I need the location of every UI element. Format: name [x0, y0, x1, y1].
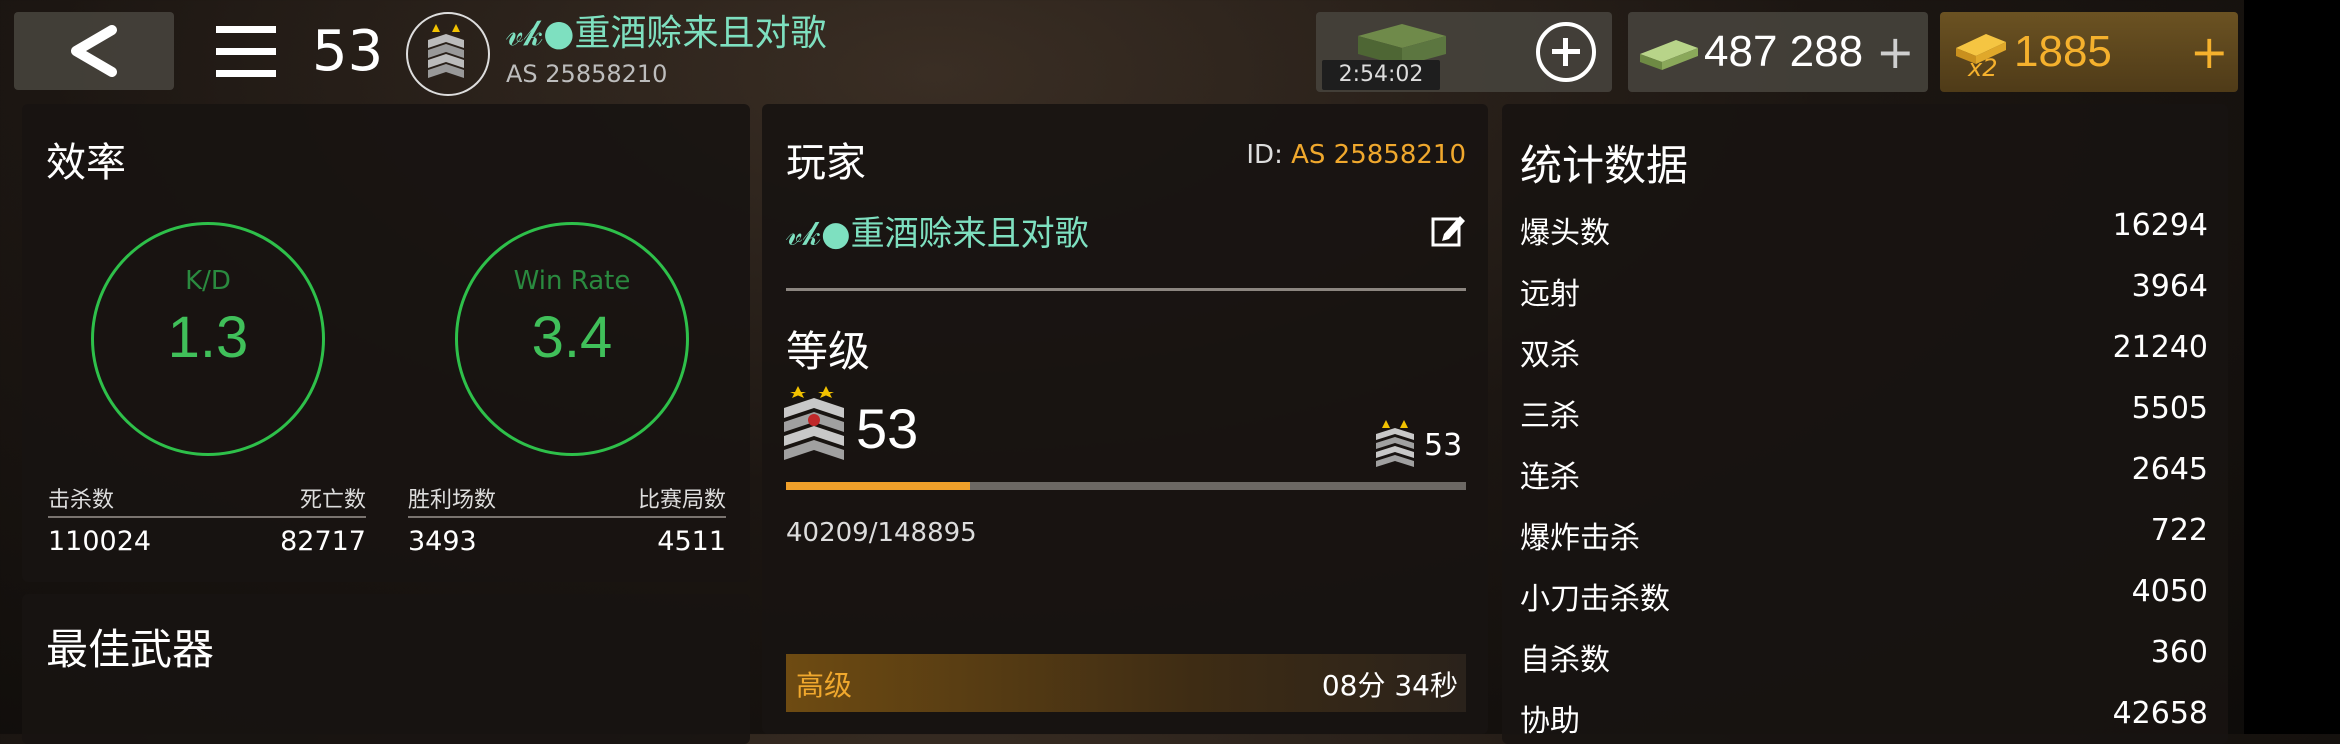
cash-icon: [1640, 40, 1698, 70]
crate-timer: 2:54:02: [1322, 60, 1440, 90]
stat-row-value: 3964: [2131, 269, 2208, 304]
player-name-top: 𝓋𝓀●重酒赊来且对歌: [506, 13, 827, 54]
stat-row-label: 小刀击杀数: [1520, 582, 1670, 617]
edit-icon: [1431, 216, 1465, 247]
statistics-title: 统计数据: [1520, 141, 1689, 190]
deaths-value: 82717: [280, 526, 366, 557]
stat-row-label: 爆炸击杀: [1520, 521, 1640, 556]
stat-row-value: 360: [2150, 635, 2208, 670]
player-level: 53: [856, 397, 919, 460]
stat-row-label: 远射: [1520, 277, 1580, 312]
stat-row-value: 2645: [2131, 452, 2208, 487]
divider: [408, 516, 726, 518]
player-id: ID: AS 25858210: [1246, 140, 1466, 170]
statistics-panel: [1502, 104, 2228, 744]
rank-chevron-icon: [428, 24, 464, 78]
kd-label: K/D: [185, 266, 231, 296]
plus-icon: [1552, 38, 1580, 66]
right-edge: [2244, 0, 2340, 734]
stat-row-value: 21240: [2112, 330, 2208, 365]
stat-row-label: 三杀: [1520, 399, 1580, 434]
xp-progress-fill: [786, 482, 970, 490]
stat-row-value: 42658: [2112, 696, 2208, 731]
player-title: 玩家: [786, 140, 866, 186]
gold-multiplier: x2: [1968, 54, 1998, 82]
kd-value: 1.3: [167, 305, 249, 370]
efficiency-title: 效率: [46, 140, 126, 186]
stat-row-label: 协助: [1520, 704, 1580, 739]
matches-value: 4511: [657, 526, 726, 557]
deaths-label: 死亡数: [299, 488, 366, 513]
grade-title: 等级: [786, 327, 871, 376]
cash-amount: 487 288: [1704, 27, 1864, 76]
divider: [48, 516, 366, 518]
edit-name-button[interactable]: [1430, 212, 1466, 248]
stat-row-value: 722: [2150, 513, 2208, 548]
next-level: 53: [1424, 428, 1463, 463]
matches-label: 比赛局数: [637, 488, 726, 513]
advanced-timer: 08分 34秒: [1321, 669, 1458, 702]
player-id-label: ID:: [1246, 140, 1283, 170]
wins-value: 3493: [408, 526, 477, 557]
player-name: 𝓋𝓀●重酒赊来且对歌: [786, 214, 1089, 254]
best-weapon-title: 最佳武器: [46, 625, 215, 674]
player-level-top: 53: [312, 19, 384, 84]
rank-icon: [780, 384, 850, 468]
next-rank-icon: [1374, 418, 1416, 470]
winrate-value: 3.4: [531, 305, 613, 370]
player-id-value: AS 25858210: [1291, 140, 1466, 170]
advanced-label: 高级: [796, 669, 853, 702]
kills-label: 击杀数: [48, 488, 115, 513]
chevron-left-icon: [71, 25, 117, 77]
add-cash-button[interactable]: +: [1876, 22, 1915, 82]
gold-amount: 1885: [2014, 27, 2112, 76]
divider: [786, 288, 1466, 291]
add-crate-button[interactable]: [1536, 22, 1596, 82]
player-id-top: AS 25858210: [506, 60, 668, 88]
wins-label: 胜利场数: [408, 488, 497, 513]
stat-row-label: 双杀: [1520, 338, 1580, 373]
stat-row-label: 自杀数: [1520, 643, 1610, 678]
winrate-label: Win Rate: [513, 266, 631, 296]
stat-row-value: 4050: [2131, 574, 2208, 609]
rank-badge[interactable]: [406, 12, 490, 96]
stat-row-label: 爆头数: [1520, 216, 1610, 251]
add-gold-button[interactable]: +: [2190, 22, 2229, 82]
back-button[interactable]: [14, 12, 174, 90]
stat-row-value: 16294: [2112, 208, 2208, 243]
menu-button[interactable]: [200, 20, 290, 84]
hamburger-icon: [216, 26, 276, 77]
kills-value: 110024: [48, 526, 152, 557]
stat-row-value: 5505: [2131, 391, 2208, 426]
stat-row-label: 连杀: [1520, 460, 1580, 495]
xp-text: 40209/148895: [786, 518, 977, 548]
